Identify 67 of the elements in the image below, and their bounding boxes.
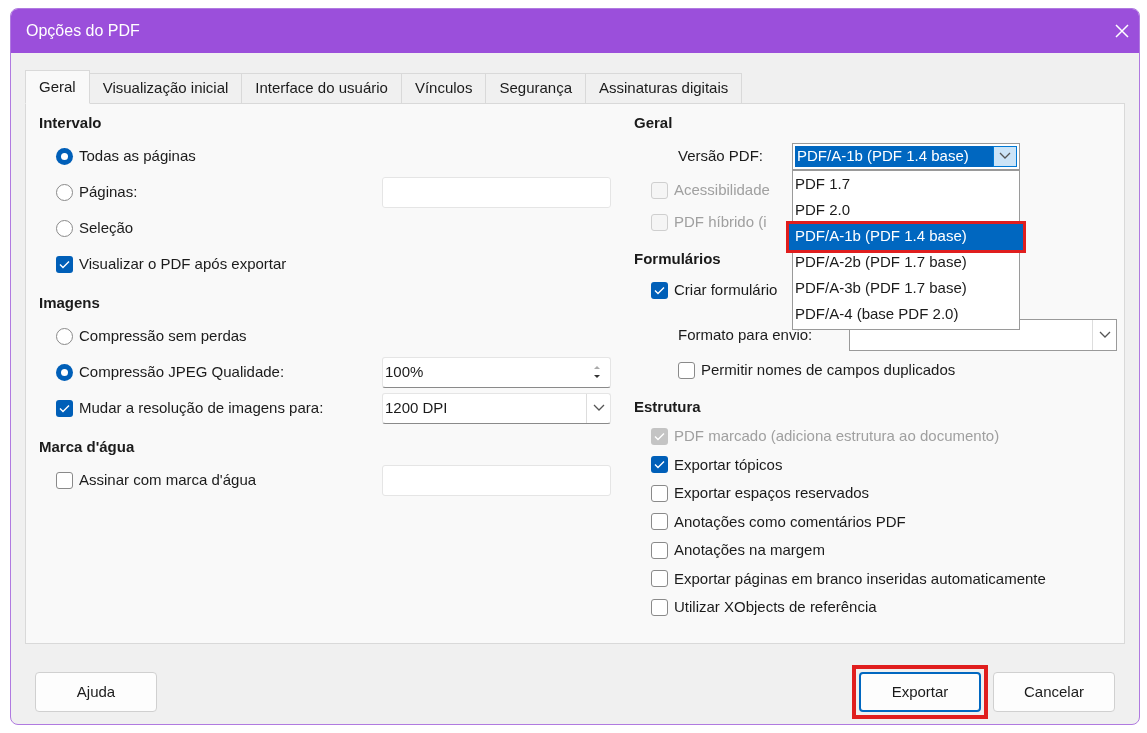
- dialog-button[interactable]: Ajuda: [35, 672, 157, 712]
- chevron-down-icon: [1098, 331, 1111, 339]
- option-label: Assinar com marca d'água: [79, 469, 257, 490]
- checkbox[interactable]: [678, 361, 695, 379]
- checkbox[interactable]: [651, 484, 668, 502]
- section-heading: Geral: [634, 112, 673, 133]
- option-label: Páginas:: [79, 181, 138, 202]
- checkbox[interactable]: [651, 456, 668, 474]
- option-label: Exportar espaços reservados: [674, 483, 870, 503]
- option-label: Visualizar o PDF após exportar: [79, 253, 287, 274]
- checkmark-icon: [654, 460, 665, 470]
- close-icon[interactable]: [1115, 24, 1129, 38]
- checkbox[interactable]: [651, 513, 668, 531]
- field-label: Versão PDF:: [678, 145, 765, 166]
- dialog-button[interactable]: Cancelar: [993, 672, 1115, 712]
- chevron-down-icon: [592, 404, 605, 412]
- radio-button[interactable]: [56, 183, 73, 201]
- option-label: Permitir nomes de campos duplicados: [701, 359, 956, 380]
- checkbox[interactable]: [651, 598, 668, 616]
- checkmark-icon: [654, 431, 665, 441]
- text-field[interactable]: [382, 176, 611, 208]
- checkbox[interactable]: [651, 541, 668, 559]
- section-heading: Marca d'água: [39, 436, 135, 457]
- checkmark-icon: [59, 259, 70, 269]
- window-title: Opções do PDF: [26, 21, 140, 41]
- option-label: Seleção: [79, 217, 134, 238]
- dialog-button[interactable]: Exportar: [859, 672, 981, 712]
- dropdown-option[interactable]: PDF 2.0: [793, 197, 1019, 224]
- option-label: Utilizar XObjects de referência: [674, 597, 877, 617]
- section-heading: Intervalo: [39, 112, 102, 133]
- option-label: PDF híbrido (i: [674, 211, 767, 232]
- option-label: Exportar páginas em branco inseridas automaticamente: [674, 568, 1046, 589]
- checkmark-icon: [59, 403, 70, 413]
- checkbox[interactable]: [56, 255, 73, 273]
- option-label: Todas as páginas: [79, 145, 196, 166]
- checkbox[interactable]: [651, 281, 668, 299]
- text-field[interactable]: [382, 464, 611, 496]
- option-label: Compressão sem perdas: [79, 325, 247, 346]
- tab[interactable]: Geral: [25, 70, 90, 104]
- section-heading: Formulários: [634, 248, 721, 269]
- spin-field[interactable]: 100%: [382, 356, 611, 388]
- chevron-down-icon: [999, 152, 1011, 160]
- dropdown-option[interactable]: PDF/A-3b (PDF 1.7 base): [793, 275, 1019, 302]
- dropdown-option[interactable]: PDF 1.7: [793, 171, 1019, 198]
- radio-button[interactable]: [56, 363, 73, 381]
- checkbox[interactable]: [56, 471, 73, 489]
- option-label: Criar formulário: [674, 279, 778, 300]
- radio-button[interactable]: [56, 219, 73, 237]
- dropdown-option[interactable]: PDF/A-1b (PDF 1.4 base): [789, 223, 1023, 250]
- tab[interactable]: Assinaturas digitais: [585, 73, 743, 104]
- dropdown-option[interactable]: PDF/A-2b (PDF 1.7 base): [793, 249, 1019, 276]
- checkbox[interactable]: [651, 570, 668, 588]
- option-label: Anotações como comentários PDF: [674, 511, 906, 532]
- dropdown-field[interactable]: 1200 DPI: [382, 392, 611, 424]
- radio-button[interactable]: [56, 327, 73, 345]
- option-label: Exportar tópicos: [674, 454, 783, 475]
- option-label: Anotações na margem: [674, 540, 825, 560]
- option-label: Mudar a resolução de imagens para:: [79, 397, 324, 418]
- section-heading: Estrutura: [634, 396, 701, 417]
- section-heading: Imagens: [39, 292, 100, 313]
- checkbox[interactable]: [56, 399, 73, 417]
- version-dropdown[interactable]: PDF/A-1b (PDF 1.4 base): [792, 142, 1020, 170]
- checkmark-icon: [654, 285, 665, 295]
- option-label: Acessibilidade: [674, 179, 770, 200]
- option-label: PDF marcado (adiciona estrutura ao documento): [674, 426, 1000, 446]
- radio-button[interactable]: [56, 147, 73, 165]
- option-label: Compressão JPEG Qualidade:: [79, 361, 285, 382]
